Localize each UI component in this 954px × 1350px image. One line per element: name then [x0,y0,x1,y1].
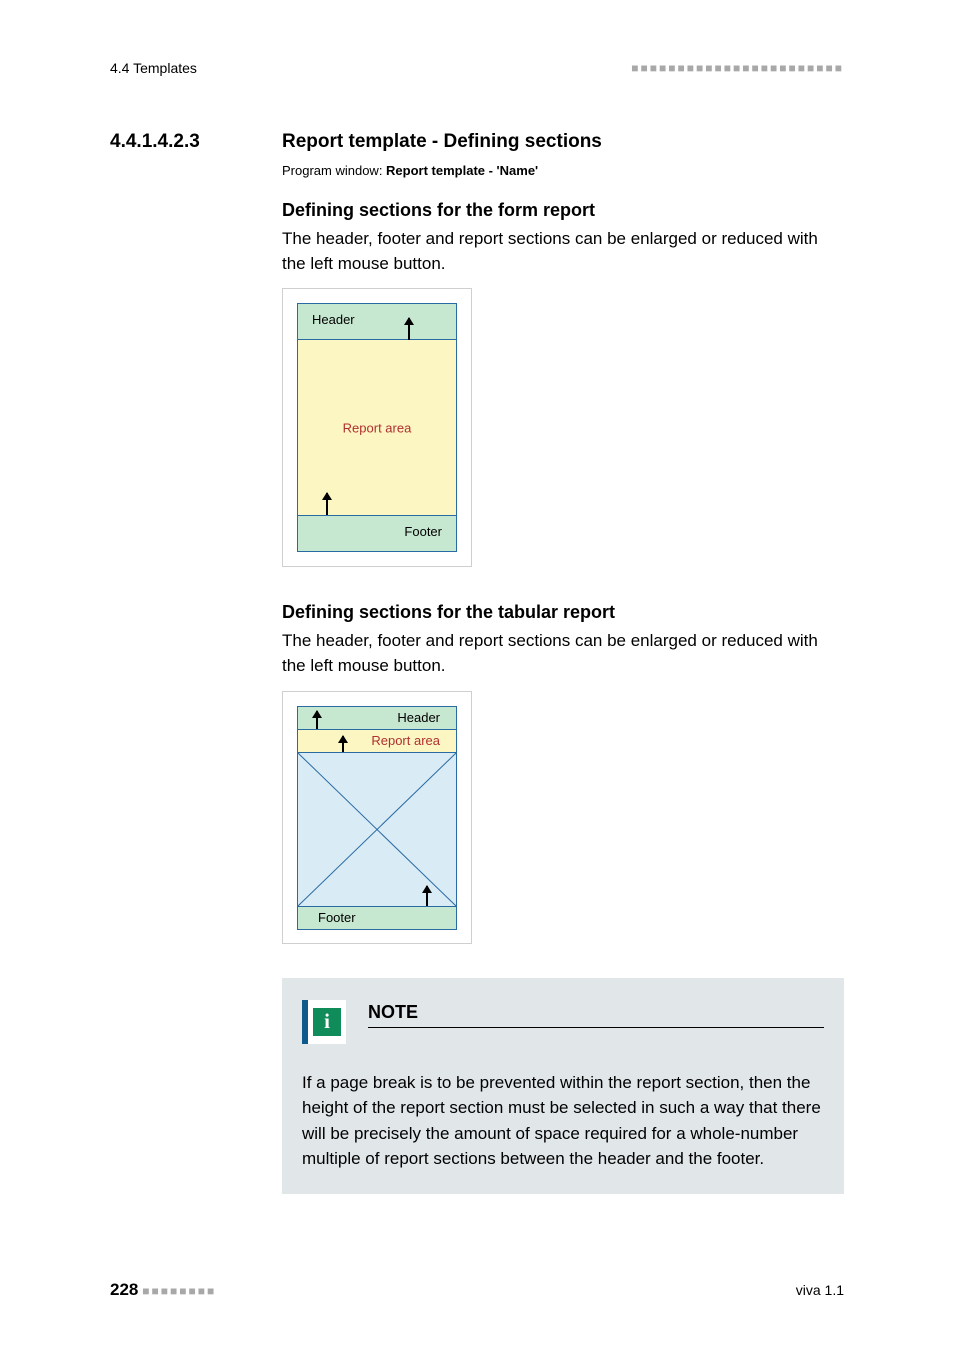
note-icon: i [302,1000,346,1044]
program-window-value: Report template - 'Name' [386,163,538,178]
section-header-row: 4.4.1.4.2.3 Report template - Defining s… [110,131,844,1194]
note-body: If a page break is to be prevented withi… [302,1070,824,1172]
form-diagram-header: Header [298,304,456,340]
running-header: 4.4 Templates ■■■■■■■■■■■■■■■■■■■■■■■ [110,60,844,76]
program-window-line: Program window: Report template - 'Name' [282,163,844,178]
program-window-label: Program window: [282,163,386,178]
note-title: NOTE [368,1002,824,1028]
crossed-box-icon [298,753,456,906]
page-footer: 228 ■■■■■■■■ viva 1.1 [110,1280,844,1300]
section-number-col: 4.4.1.4.2.3 [110,131,242,153]
content-column: Report template - Defining sections Prog… [242,131,844,1194]
form-report-diagram: Header Report area Footer [282,288,472,567]
tab-area-label: Report area [371,733,440,748]
page-footer-right: viva 1.1 [796,1282,844,1298]
tab-diagram-footer: Footer [297,906,457,930]
page-footer-left: 228 ■■■■■■■■ [110,1280,216,1300]
tab-diagram-header: Header [297,706,457,730]
form-diagram-footer: Footer [298,515,456,551]
info-icon: i [313,1008,341,1036]
form-report-heading: Defining sections for the form report [282,200,844,221]
section-number: 4.4.1.4.2.3 [110,131,242,153]
section-title: Report template - Defining sections [282,131,844,153]
tab-diagram-body [297,752,457,907]
form-diagram-report-area: Report area [298,340,456,515]
tabular-report-heading: Defining sections for the tabular report [282,602,844,623]
tabular-report-desc: The header, footer and report sections c… [282,629,844,678]
tabular-report-diagram: Header Report area [282,691,472,944]
form-report-desc: The header, footer and report sections c… [282,227,844,276]
tab-diagram-report-area: Report area [297,729,457,753]
form-area-label: Report area [343,420,412,435]
page: 4.4 Templates ■■■■■■■■■■■■■■■■■■■■■■■ 4.… [0,0,954,1350]
footer-dots-icon: ■■■■■■■■ [142,1284,216,1298]
form-header-label: Header [312,312,355,327]
note-box: i NOTE If a page break is to be prevente… [282,978,844,1194]
tab-footer-label: Footer [318,910,356,925]
page-number: 228 [110,1280,138,1299]
form-footer-label: Footer [404,524,442,539]
tab-header-label: Header [397,710,440,725]
running-header-left: 4.4 Templates [110,60,197,76]
header-dots-icon: ■■■■■■■■■■■■■■■■■■■■■■■ [631,61,844,75]
